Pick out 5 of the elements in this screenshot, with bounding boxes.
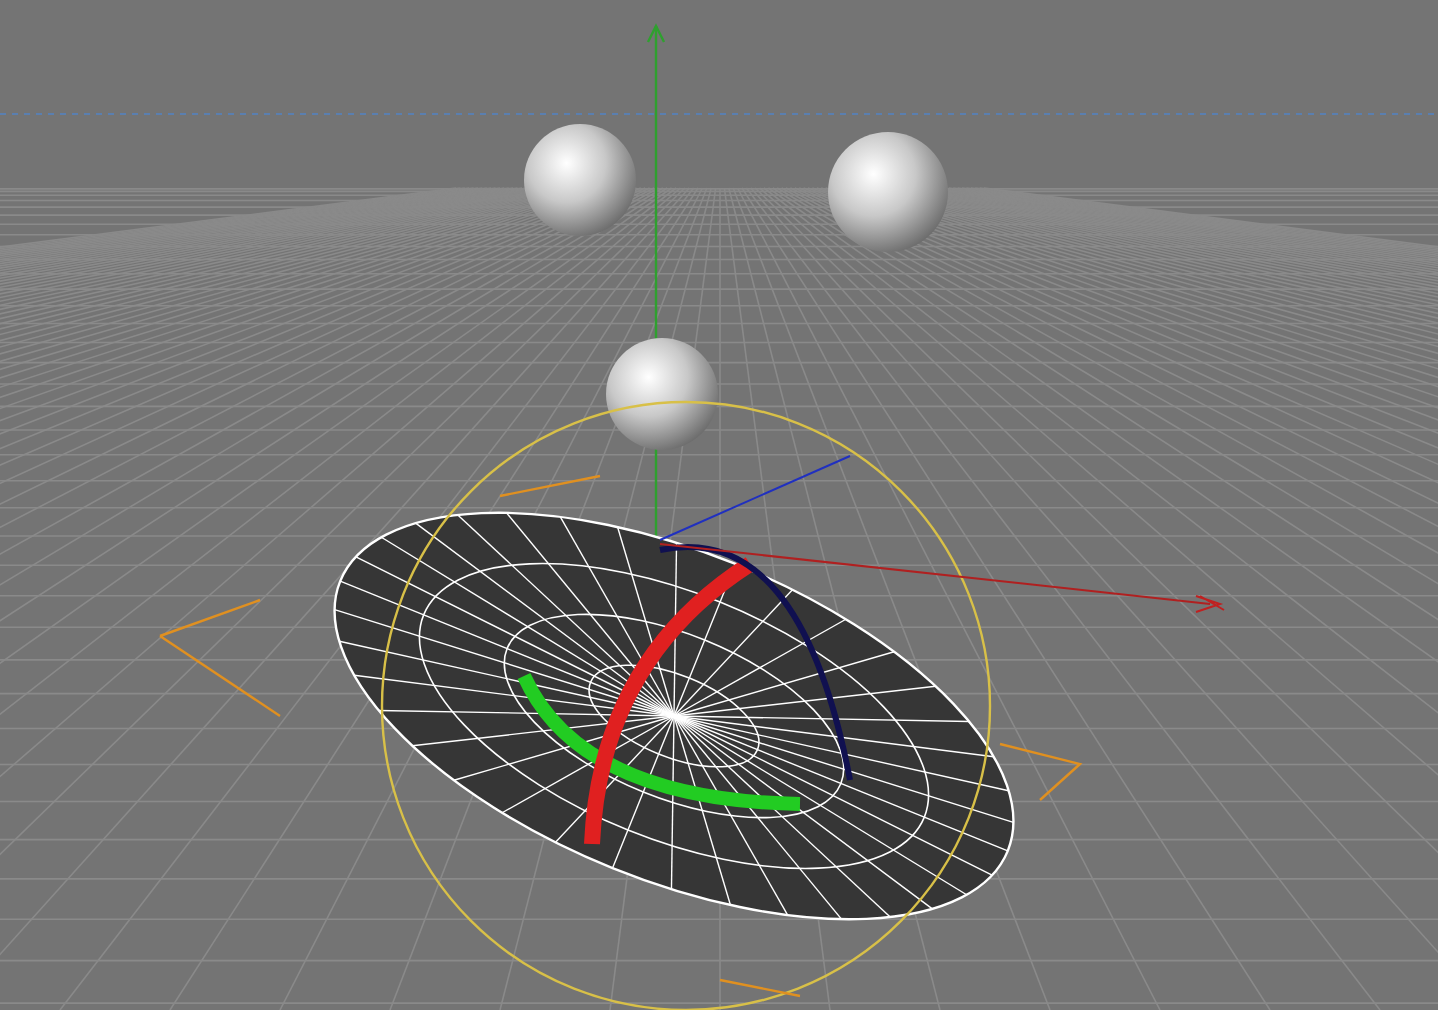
sphere[interactable] xyxy=(828,132,948,252)
disc-drawing[interactable] xyxy=(333,511,1015,921)
sphere[interactable] xyxy=(524,124,636,236)
sphere[interactable] xyxy=(606,338,718,450)
rotation-gizmo[interactable] xyxy=(158,400,1225,1010)
